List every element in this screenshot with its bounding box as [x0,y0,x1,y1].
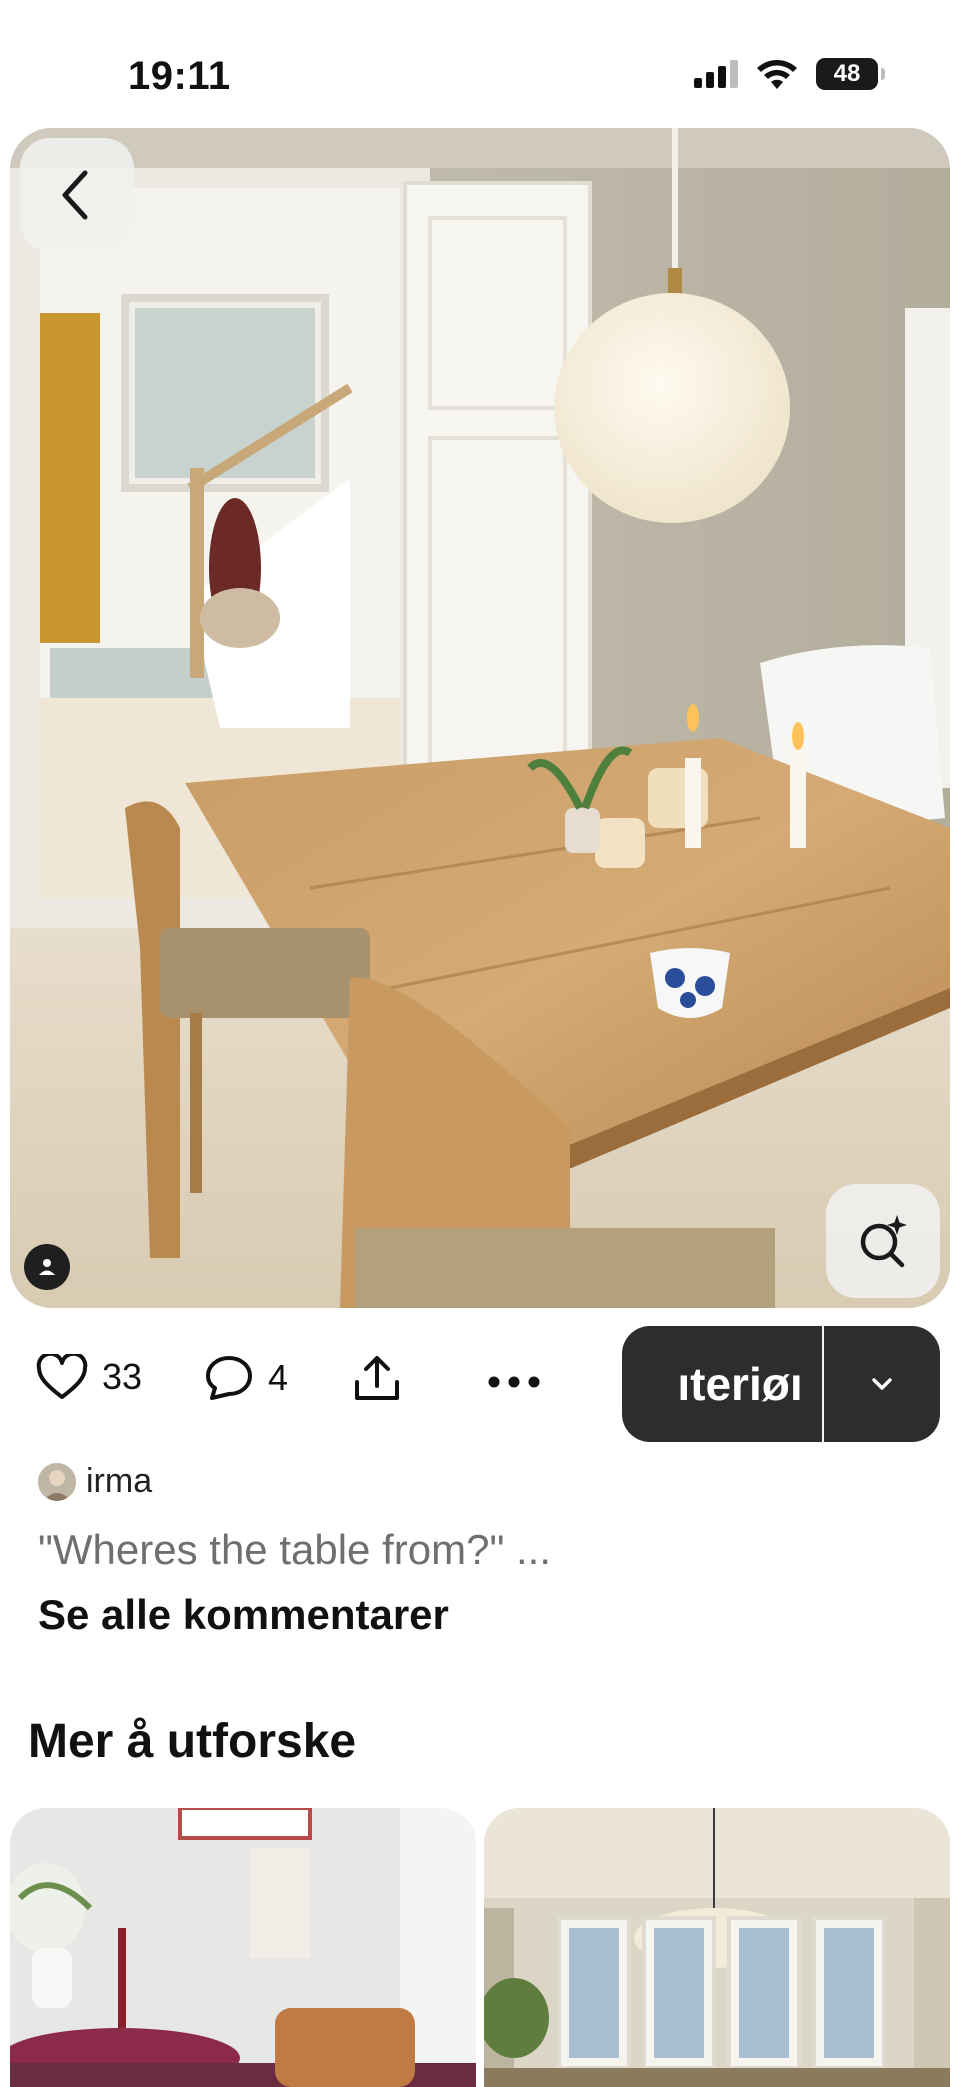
avatar [38,1462,76,1501]
user-tag-button[interactable] [24,1244,70,1290]
comment-text[interactable]: "Wheres the table from?" ... [38,1526,551,1574]
visual-search-icon [860,1215,907,1268]
explore-pin-image [10,1808,476,2087]
share-icon [355,1356,399,1400]
explore-pin-card[interactable] [484,1808,950,2087]
commenter-name: irma [86,1462,153,1500]
visual-search-button[interactable] [826,1184,940,1298]
dining-room-photo [10,128,950,1308]
back-arrow-icon [62,170,88,220]
save-to-board-group: ıteriøı [622,1326,940,1442]
pin-actions-row: 33 4 ıteriøı [0,1326,960,1442]
status-bar: 19:11 48 [0,0,960,130]
section-title: Mer å utforske [28,1715,357,1768]
share-button[interactable] [352,1354,402,1404]
board-name-button[interactable]: ıteriøı [622,1326,822,1442]
board-name-label: ıteriøı [677,1358,803,1410]
like-count: 33 [102,1356,143,1397]
more-dots-icon [488,1376,540,1388]
battery-icon: 48 [816,58,885,90]
back-button[interactable] [20,138,134,252]
wifi-icon [757,60,797,89]
explore-pin-card[interactable] [10,1808,476,2087]
cellular-signal-icon [694,60,738,88]
comment-button[interactable]: 4 [204,1354,288,1402]
status-time: 19:11 [128,54,231,98]
chevron-down-icon [872,1378,892,1390]
status-icons: 48 [694,58,885,90]
see-all-comments-link[interactable]: Se alle kommentarer [38,1591,449,1639]
battery-level: 48 [833,60,861,87]
user-icon [39,1259,55,1275]
comment-author[interactable]: irma [38,1462,152,1501]
more-options-button[interactable] [488,1376,540,1388]
heart-icon [36,1354,88,1399]
board-dropdown-button[interactable] [824,1326,940,1442]
explore-pin-image [484,1808,950,2087]
pin-image[interactable] [10,128,950,1308]
like-button[interactable]: 33 [36,1354,142,1400]
comment-bubble-icon [206,1356,252,1400]
comment-count: 4 [268,1357,289,1398]
